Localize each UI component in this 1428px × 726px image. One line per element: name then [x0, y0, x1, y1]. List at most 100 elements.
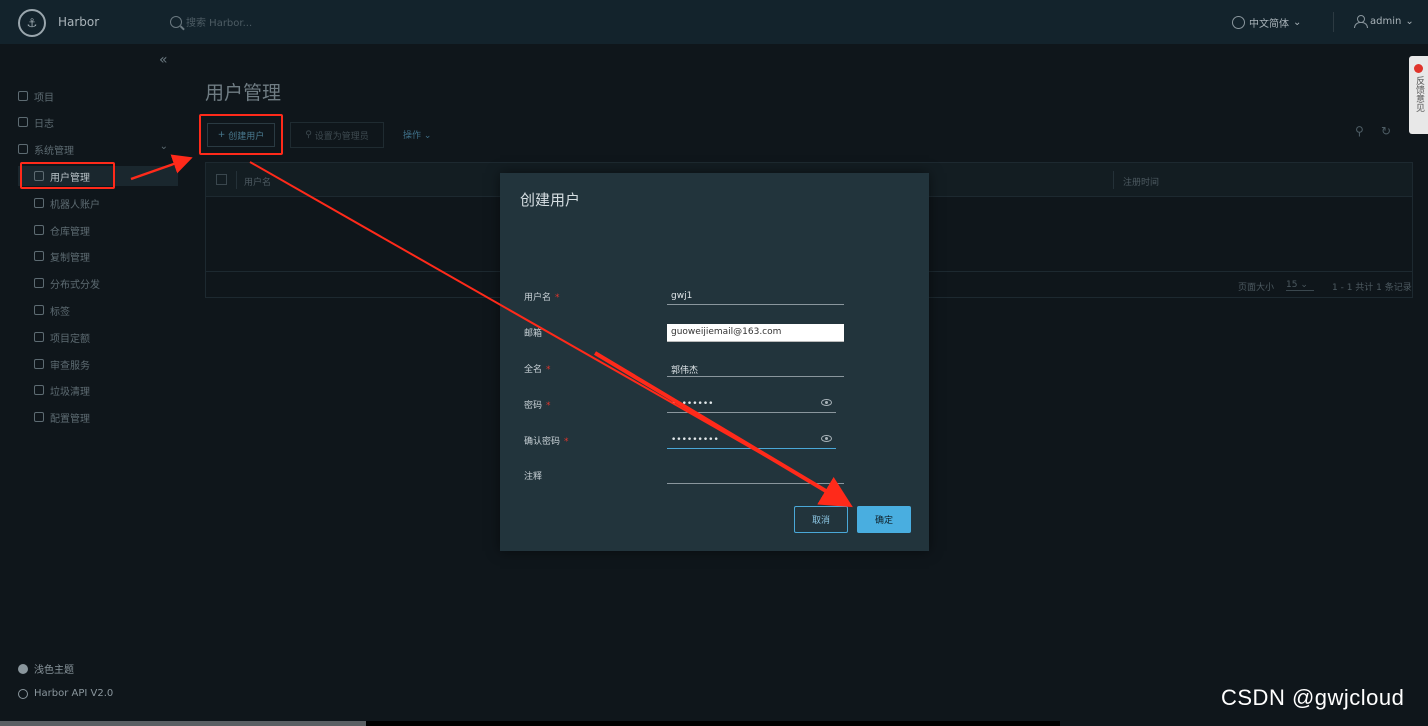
gear-icon	[34, 412, 44, 422]
chevron-down-icon: ⌄	[1405, 15, 1414, 27]
top-header: ⚓ Harbor 搜索 Harbor... 中文简体 ⌄ admin ⌄	[0, 0, 1428, 44]
fullname-input[interactable]: 郭伟杰	[667, 359, 844, 377]
trash-icon	[34, 385, 44, 395]
sidebar-item-interrogation[interactable]: 审查服务	[34, 354, 178, 374]
sidebar-item-administration[interactable]: 系统管理 ⌄	[18, 139, 178, 159]
sidebar-item-projects[interactable]: 项目	[18, 86, 178, 106]
collapse-sidebar-icon[interactable]: «	[159, 52, 168, 68]
page-size-label: 页面大小	[1238, 283, 1275, 293]
quota-icon	[34, 332, 44, 342]
field-label-text: 用户名	[524, 293, 552, 303]
page-size-select[interactable]: 15 ⌄	[1286, 280, 1314, 291]
sidebar-item-label: 审查服务	[50, 360, 90, 372]
sidebar-item-labels[interactable]: 标签	[34, 300, 178, 320]
api-icon	[18, 688, 28, 699]
feedback-tab[interactable]: 反馈意见	[1409, 56, 1428, 134]
field-label-text: 邮箱	[524, 329, 543, 339]
distribution-icon	[34, 278, 44, 288]
field-label-text: 注释	[524, 472, 543, 482]
pagination-text: 1 - 1 共计 1 条记录	[1332, 283, 1412, 293]
annotation-box-users	[20, 162, 115, 189]
confirm-password-label: 确认密码 *	[524, 434, 569, 447]
theme-toggle-label: 浅色主题	[34, 665, 74, 676]
column-divider	[236, 171, 237, 189]
page-title: 用户管理	[205, 82, 282, 104]
cancel-button[interactable]: 取消	[794, 506, 848, 533]
username-input[interactable]: gwj1	[667, 287, 844, 305]
chevron-down-icon: ⌄	[423, 131, 432, 141]
show-password-icon[interactable]	[821, 399, 832, 406]
language-label: 中文简体	[1249, 19, 1289, 30]
shield-icon	[34, 359, 44, 369]
sidebar-item-robot-accounts[interactable]: 机器人账户	[34, 193, 178, 213]
sidebar-item-registries[interactable]: 仓库管理	[34, 220, 178, 240]
required-marker: *	[546, 401, 551, 411]
feedback-label: 反馈意见	[1414, 76, 1424, 112]
project-icon	[18, 91, 28, 101]
confirm-password-value: •••••••••	[671, 435, 719, 445]
key-icon: ⚲	[305, 130, 312, 140]
sidebar-item-configuration[interactable]: 配置管理	[34, 407, 178, 427]
feedback-icon	[1414, 64, 1423, 73]
sidebar-item-label: 垃圾清理	[50, 386, 90, 398]
sidebar-item-label: 标签	[50, 306, 70, 318]
admin-icon	[18, 144, 28, 154]
fullname-label: 全名 *	[524, 362, 551, 375]
search-input[interactable]: 搜索 Harbor...	[186, 14, 252, 29]
page-size-value: 15	[1286, 280, 1298, 290]
set-admin-button[interactable]: ⚲ 设置为管理员	[290, 122, 384, 148]
sidebar-item-label: 项目定额	[50, 333, 90, 345]
globe-icon	[1232, 16, 1245, 29]
chevron-down-icon: ⌄	[159, 141, 168, 152]
column-username[interactable]: 用户名	[244, 175, 271, 188]
sidebar-item-label: 系统管理	[34, 145, 74, 157]
actions-menu[interactable]: 操作 ⌄	[403, 128, 431, 141]
sidebar-item-label: 机器人账户	[50, 199, 100, 211]
required-marker: *	[555, 293, 560, 303]
sidebar-item-label: 分布式分发	[50, 279, 100, 291]
sidebar-item-gc[interactable]: 垃圾清理	[34, 380, 178, 400]
log-icon	[18, 117, 28, 127]
user-icon	[1354, 15, 1368, 28]
sidebar-item-label: 日志	[34, 118, 54, 130]
annotation-box-create	[199, 114, 283, 155]
field-label-text: 全名	[524, 365, 543, 375]
password-input[interactable]: ••••••••	[667, 395, 836, 413]
theme-toggle[interactable]: 浅色主题	[18, 661, 74, 676]
search-icon	[170, 15, 182, 28]
confirm-button[interactable]: 确定	[857, 506, 911, 533]
csdn-watermark: CSDN @gwjcloud	[1221, 685, 1405, 710]
filter-search-icon[interactable]: ⚲	[1355, 124, 1364, 138]
sidebar-item-label: 复制管理	[50, 252, 90, 264]
column-register-time[interactable]: 注册时间	[1123, 175, 1159, 188]
email-label: 邮箱	[524, 326, 542, 339]
sidebar-item-quotas[interactable]: 项目定额	[34, 327, 178, 347]
dialog-title: 创建用户	[520, 191, 581, 209]
brand-name[interactable]: Harbor	[58, 15, 99, 29]
refresh-icon[interactable]: ↻	[1381, 124, 1391, 138]
field-label-text: 确认密码	[524, 437, 561, 447]
email-input[interactable]: guoweijiemail@163.com	[667, 324, 844, 342]
select-all-checkbox[interactable]	[216, 174, 227, 185]
replication-icon	[34, 251, 44, 261]
language-selector[interactable]: 中文简体 ⌄	[1232, 15, 1301, 30]
sidebar-item-label: 项目	[34, 92, 54, 104]
confirm-password-input[interactable]: •••••••••	[667, 431, 836, 449]
sidebar-item-distributions[interactable]: 分布式分发	[34, 273, 178, 293]
harbor-logo-icon[interactable]: ⚓	[18, 9, 46, 37]
sidebar-item-logs[interactable]: 日志	[18, 112, 178, 132]
robot-icon	[34, 198, 44, 208]
password-value: ••••••••	[671, 399, 714, 409]
global-search[interactable]: 搜索 Harbor...	[170, 14, 252, 29]
comment-input[interactable]	[667, 466, 844, 484]
username-label: 用户名 *	[524, 290, 560, 303]
sidebar-item-replications[interactable]: 复制管理	[34, 246, 178, 266]
user-menu[interactable]: admin ⌄	[1354, 15, 1414, 28]
registry-icon	[34, 225, 44, 235]
show-password-icon[interactable]	[821, 435, 832, 442]
bottom-edge-strip	[0, 721, 366, 726]
chevron-down-icon: ⌄	[1293, 17, 1302, 28]
api-explorer-link[interactable]: Harbor API V2.0	[18, 688, 113, 699]
column-divider	[1113, 171, 1114, 189]
required-marker: *	[564, 437, 569, 447]
